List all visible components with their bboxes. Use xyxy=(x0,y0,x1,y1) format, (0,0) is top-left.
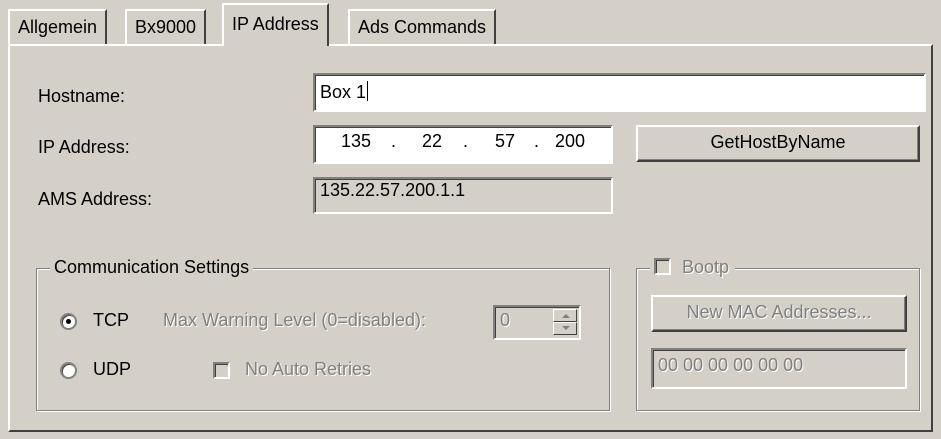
tab-bx9000[interactable]: Bx9000 xyxy=(125,9,207,45)
bootp-group xyxy=(636,268,920,411)
get-host-by-name-button[interactable]: GetHostByName xyxy=(636,125,920,162)
tab-ip-address[interactable]: IP Address xyxy=(222,3,329,46)
ip-separator-3: . xyxy=(534,131,540,151)
max-warning-level-label: Max Warning Level (0=disabled): xyxy=(163,310,426,330)
hostname-value: Box 1 xyxy=(320,82,367,102)
ip-octet-2[interactable]: 22 xyxy=(422,131,442,152)
ams-address-label: AMS Address: xyxy=(38,189,153,209)
spin-buttons[interactable] xyxy=(553,309,577,336)
spin-down-arrow-icon xyxy=(562,326,570,330)
spin-up-button[interactable] xyxy=(553,309,577,322)
properties-dialog: Allgemein Bx9000 IP Address Ads Commands… xyxy=(0,0,941,439)
ams-address-value: 135.22.57.200.1.1 xyxy=(320,180,466,200)
udp-radio[interactable] xyxy=(60,362,77,379)
ip-octet-3[interactable]: 57 xyxy=(495,131,515,152)
bootp-title-container: Bootp xyxy=(650,257,736,278)
text-caret xyxy=(367,81,369,101)
ip-octet-1[interactable]: 135 xyxy=(341,131,371,152)
tab-ads-commands[interactable]: Ads Commands xyxy=(348,9,497,45)
mac-address-field: 00 00 00 00 00 00 xyxy=(651,348,907,389)
tcp-radio[interactable] xyxy=(60,313,77,330)
spin-down-button[interactable] xyxy=(553,322,577,335)
spin-up-arrow-icon xyxy=(562,314,570,318)
bootp-label[interactable]: Bootp xyxy=(682,257,729,277)
ip-octet-4[interactable]: 200 xyxy=(555,131,585,152)
max-warning-level-spinner[interactable]: 0 xyxy=(493,305,581,340)
udp-radio-label[interactable]: UDP xyxy=(93,359,131,380)
mac-address-value: 00 00 00 00 00 00 xyxy=(658,355,804,375)
bootp-checkbox[interactable] xyxy=(654,258,671,275)
radio-selected-dot xyxy=(66,319,71,324)
tcp-radio-label[interactable]: TCP xyxy=(93,310,129,331)
no-auto-retries-checkbox[interactable] xyxy=(213,362,230,379)
new-mac-addresses-button[interactable]: New MAC Addresses... xyxy=(651,295,907,332)
max-warning-level-value: 0 xyxy=(500,310,511,330)
tab-allgemein[interactable]: Allgemein xyxy=(8,9,108,45)
ams-address-field: 135.22.57.200.1.1 xyxy=(313,177,613,214)
ip-separator-2: . xyxy=(463,131,469,151)
communication-settings-title: Communication Settings xyxy=(50,257,254,278)
hostname-input[interactable]: Box 1 xyxy=(313,73,926,112)
ip-address-label: IP Address: xyxy=(38,137,130,157)
ip-separator-1: . xyxy=(391,131,397,151)
ip-address-input[interactable]: 135 . 22 . 57 . 200 xyxy=(313,125,613,164)
no-auto-retries-label[interactable]: No Auto Retries xyxy=(245,359,371,380)
hostname-label: Hostname: xyxy=(38,86,126,106)
